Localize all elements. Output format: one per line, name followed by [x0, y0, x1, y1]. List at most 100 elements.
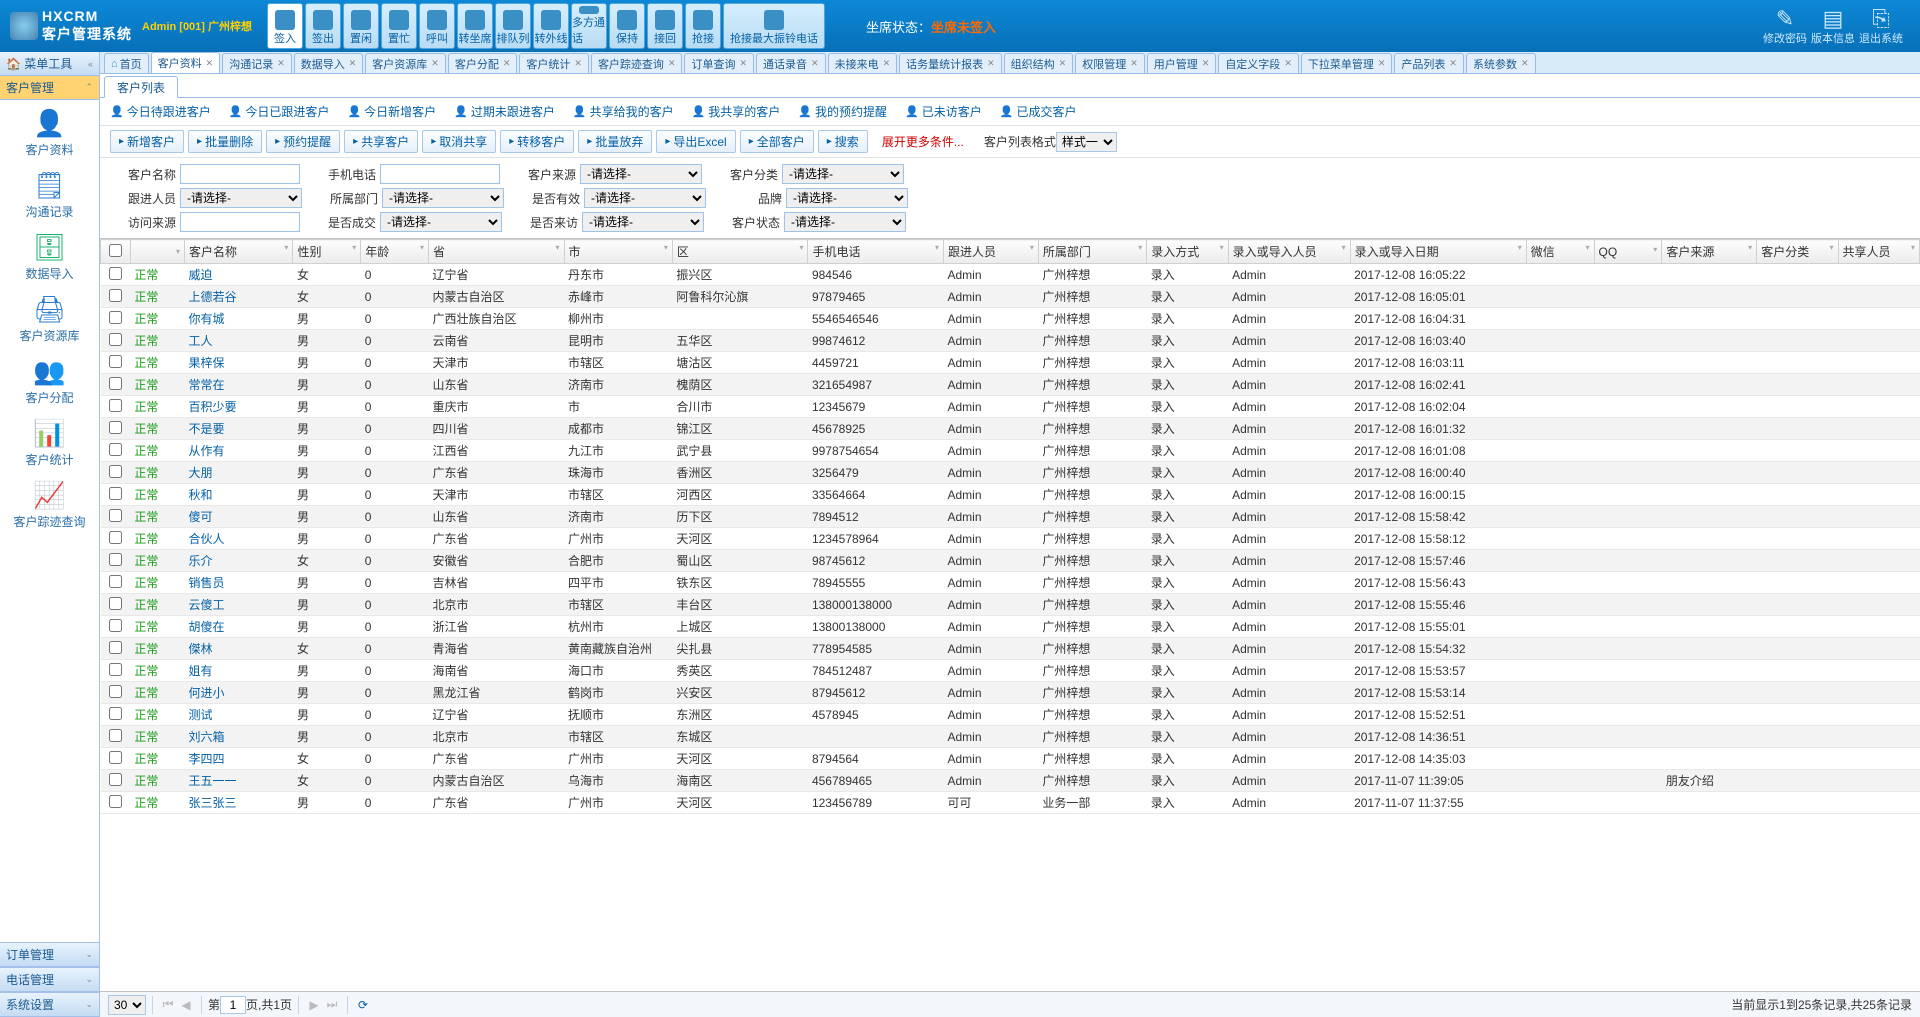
telephony-queue-button[interactable]: 排队列	[495, 3, 531, 49]
row-checkbox[interactable]	[109, 267, 122, 280]
table-row[interactable]: 正常威迫女0辽宁省丹东市振兴区984546Admin广州梓想录入Admin201…	[101, 264, 1920, 286]
customer-name-link[interactable]: 云傻工	[189, 598, 225, 612]
filter-brand-select[interactable]: -请选择-	[786, 188, 908, 208]
col-17[interactable]: 客户分类▾	[1757, 240, 1838, 264]
customer-name-link[interactable]: 傻可	[189, 510, 213, 524]
table-row[interactable]: 正常傑林女0青海省黄南藏族自治州尖扎县778954585Admin广州梓想录入A…	[101, 638, 1920, 660]
row-checkbox[interactable]	[109, 619, 122, 632]
tab-close-icon[interactable]: ✕	[503, 58, 511, 69]
tab-close-icon[interactable]: ✕	[811, 58, 819, 69]
customer-name-link[interactable]: 常常在	[189, 378, 225, 392]
col-13[interactable]: 录入或导入日期▾	[1350, 240, 1526, 264]
col-14[interactable]: 微信▾	[1526, 240, 1594, 264]
tab-orderq[interactable]: 订单查询✕	[684, 53, 754, 73]
table-row[interactable]: 正常常常在男0山东省济南市槐荫区321654987Admin广州梓想录入Admi…	[101, 374, 1920, 396]
customer-name-link[interactable]: 王五一一	[189, 774, 237, 788]
verinfo-button[interactable]: ▤版本信息	[1809, 6, 1857, 46]
tab-sysparam[interactable]: 系统参数✕	[1466, 53, 1536, 73]
acc-order[interactable]: 订单管理⌄	[0, 942, 99, 967]
table-row[interactable]: 正常姐有男0海南省海口市秀英区784512487Admin广州梓想录入Admin…	[101, 660, 1920, 682]
page-size-select[interactable]: 30	[108, 995, 146, 1015]
tab-close-icon[interactable]: ✕	[1202, 58, 1210, 69]
tab-close-icon[interactable]: ✕	[1378, 58, 1386, 69]
table-row[interactable]: 正常王五一一女0内蒙古自治区乌海市海南区456789465Admin广州梓想录入…	[101, 770, 1920, 792]
row-checkbox[interactable]	[109, 421, 122, 434]
pager-refresh[interactable]: ⟳	[354, 998, 372, 1012]
row-checkbox[interactable]	[109, 311, 122, 324]
tab-cust[interactable]: 客户资料✕	[151, 52, 221, 73]
row-checkbox[interactable]	[109, 377, 122, 390]
action-btn-3[interactable]: 共享客户	[344, 130, 418, 153]
customer-name-link[interactable]: 大朋	[189, 466, 213, 480]
telephony-maxbell-button[interactable]: 抢接最大振铃电话	[723, 3, 825, 49]
telephony-signout-button[interactable]: 签出	[305, 3, 341, 49]
action-btn-9[interactable]: 搜索	[818, 130, 868, 153]
quicklink-0[interactable]: 今日待跟进客户	[110, 103, 211, 120]
row-checkbox[interactable]	[109, 487, 122, 500]
acc-sys[interactable]: 系统设置⌄	[0, 992, 99, 1017]
customer-name-link[interactable]: 上德若谷	[189, 290, 237, 304]
col-5[interactable]: 省▾	[428, 240, 564, 264]
subtab-customer-list[interactable]: 客户列表	[104, 76, 178, 98]
col-15[interactable]: QQ▾	[1594, 240, 1662, 264]
tab-field[interactable]: 自定义字段✕	[1218, 53, 1299, 73]
row-checkbox[interactable]	[109, 773, 122, 786]
tab-close-icon[interactable]: ✕	[987, 58, 995, 69]
acc-phone[interactable]: 电话管理⌄	[0, 967, 99, 992]
telephony-conf-button[interactable]: 多方通话	[571, 3, 607, 49]
pager-page-input[interactable]	[220, 996, 246, 1014]
col-9[interactable]: 跟进人员▾	[943, 240, 1038, 264]
customer-name-link[interactable]: 销售员	[189, 576, 225, 590]
row-checkbox[interactable]	[109, 443, 122, 456]
acc-customer-mgmt[interactable]: 客户管理⌃	[0, 76, 99, 100]
customer-name-link[interactable]: 刘六箱	[189, 730, 225, 744]
table-row[interactable]: 正常何进小男0黑龙江省鹤岗市兴安区87945612Admin广州梓想录入Admi…	[101, 682, 1920, 704]
customer-name-link[interactable]: 乐介	[189, 554, 213, 568]
col-18[interactable]: 共享人员▾	[1838, 240, 1920, 264]
telephony-xferext-button[interactable]: 转外线	[533, 3, 569, 49]
tab-close-icon[interactable]: ✕	[206, 58, 214, 69]
table-row[interactable]: 正常乐介女0安徽省合肥市蜀山区98745612Admin广州梓想录入Admin2…	[101, 550, 1920, 572]
nav-assign[interactable]: 👥客户分配	[0, 348, 99, 410]
row-checkbox[interactable]	[109, 465, 122, 478]
filter-category-select[interactable]: -请选择-	[782, 164, 904, 184]
table-row[interactable]: 正常百积少要男0重庆市市合川市12345679Admin广州梓想录入Admin2…	[101, 396, 1920, 418]
grid-style-select[interactable]: 样式一	[1056, 132, 1117, 152]
action-btn-4[interactable]: 取消共享	[422, 130, 496, 153]
col-2[interactable]: 客户名称▾	[185, 240, 293, 264]
tab-pool[interactable]: 客户资源库✕	[365, 53, 446, 73]
customer-name-link[interactable]: 测试	[189, 708, 213, 722]
col-0[interactable]	[101, 240, 131, 264]
customer-name-link[interactable]: 威迫	[189, 268, 213, 282]
table-row[interactable]: 正常测试男0辽宁省抚顺市东洲区4578945Admin广州梓想录入Admin20…	[101, 704, 1920, 726]
row-checkbox[interactable]	[109, 509, 122, 522]
col-6[interactable]: 市▾	[564, 240, 672, 264]
customer-name-link[interactable]: 张三张三	[189, 796, 237, 810]
quicklink-5[interactable]: 我共享的客户	[692, 103, 781, 120]
tab-org[interactable]: 组织结构✕	[1004, 53, 1074, 73]
row-checkbox[interactable]	[109, 597, 122, 610]
col-7[interactable]: 区▾	[672, 240, 808, 264]
customer-name-link[interactable]: 傑林	[189, 642, 213, 656]
telephony-grab-button[interactable]: 抢接	[685, 3, 721, 49]
nav-comm[interactable]: 🗒沟通记录	[0, 162, 99, 224]
action-btn-5[interactable]: 转移客户	[500, 130, 574, 153]
tab-home[interactable]: 首页	[104, 53, 149, 73]
quicklink-7[interactable]: 已未访客户	[905, 103, 982, 120]
tab-close-icon[interactable]: ✕	[1059, 58, 1067, 69]
customer-name-link[interactable]: 秋和	[189, 488, 213, 502]
tab-close-icon[interactable]: ✕	[431, 58, 439, 69]
quicklink-4[interactable]: 共享给我的客户	[573, 103, 674, 120]
tab-close-icon[interactable]: ✕	[739, 58, 747, 69]
table-row[interactable]: 正常李四四女0广东省广州市天河区8794564Admin广州梓想录入Admin2…	[101, 748, 1920, 770]
row-checkbox[interactable]	[109, 553, 122, 566]
table-row[interactable]: 正常大朋男0广东省珠海市香洲区3256479Admin广州梓想录入Admin20…	[101, 462, 1920, 484]
col-11[interactable]: 录入方式▾	[1147, 240, 1228, 264]
tab-traffic[interactable]: 话务量统计报表✕	[899, 53, 1002, 73]
row-checkbox[interactable]	[109, 729, 122, 742]
table-row[interactable]: 正常销售员男0吉林省四平市铁东区78945555Admin广州梓想录入Admin…	[101, 572, 1920, 594]
action-btn-8[interactable]: 全部客户	[740, 130, 814, 153]
filter-visitsrc-input[interactable]	[180, 212, 300, 232]
tab-rec[interactable]: 通话录音✕	[756, 53, 826, 73]
action-btn-6[interactable]: 批量放弃	[578, 130, 652, 153]
